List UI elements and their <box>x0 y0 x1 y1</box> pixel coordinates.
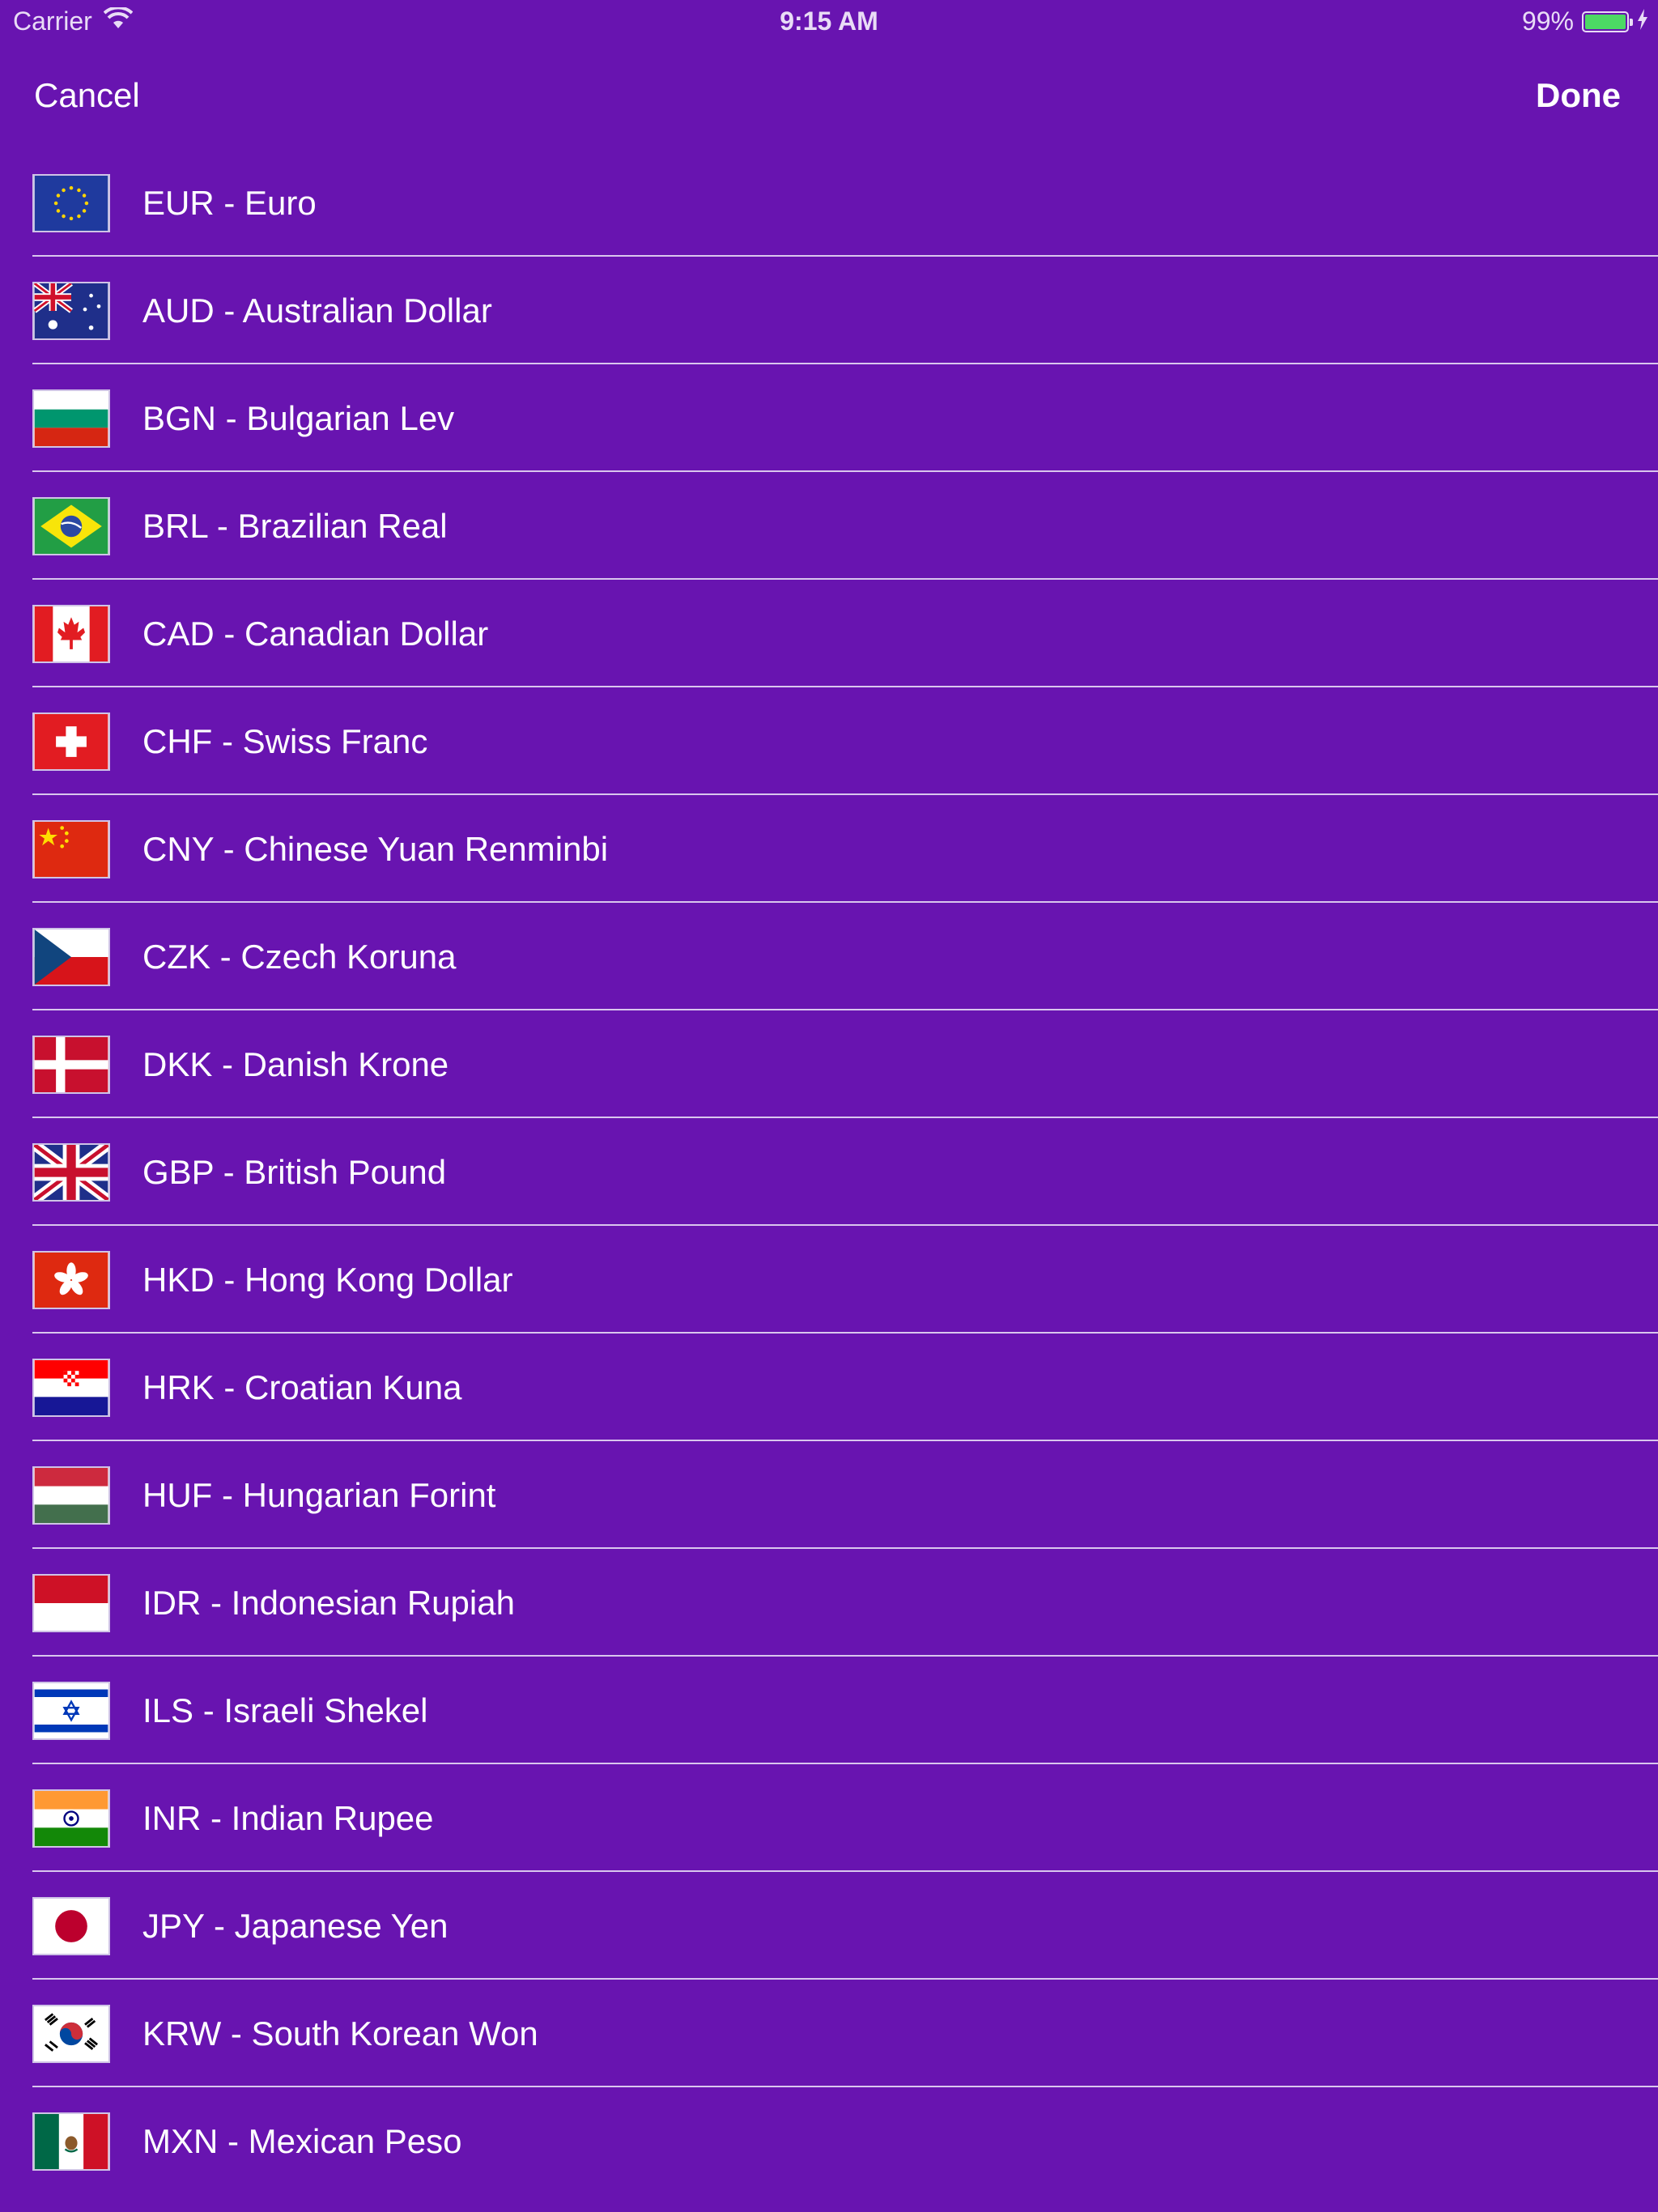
nav-bar: Cancel Done <box>0 44 1658 149</box>
charging-icon <box>1637 6 1648 36</box>
denmark-flag-icon <box>32 1035 110 1094</box>
currency-label: MXN - Mexican Peso <box>142 2121 462 2160</box>
currency-row-dkk[interactable]: DKK - Danish Krone <box>0 1010 1658 1118</box>
battery-percent: 99% <box>1521 6 1574 36</box>
eu-flag-icon <box>32 173 110 232</box>
japan-flag-icon <box>32 1896 110 1955</box>
south-korea-flag-icon <box>32 2004 110 2063</box>
currency-label: CNY - Chinese Yuan Renminbi <box>142 829 609 868</box>
indonesia-flag-icon <box>32 1573 110 1632</box>
currency-row-aud[interactable]: AUD - Australian Dollar <box>0 257 1658 364</box>
currency-row-krw[interactable]: KRW - South Korean Won <box>0 1980 1658 2087</box>
currency-row-brl[interactable]: BRL - Brazilian Real <box>0 472 1658 580</box>
currency-row-bgn[interactable]: BGN - Bulgarian Lev <box>0 364 1658 472</box>
status-right: 99% <box>1522 6 1648 36</box>
currency-label: JPY - Japanese Yen <box>142 1906 449 1945</box>
battery-fill <box>1585 14 1626 29</box>
bulgaria-flag-icon <box>32 389 110 448</box>
currency-label: EUR - Euro <box>142 183 317 222</box>
status-time: 9:15 AM <box>780 6 878 36</box>
currency-row-inr[interactable]: INR - Indian Rupee <box>0 1764 1658 1872</box>
currency-row-jpy[interactable]: JPY - Japanese Yen <box>0 1872 1658 1980</box>
india-flag-icon <box>32 1789 110 1848</box>
brazil-flag-icon <box>32 496 110 555</box>
currency-label: BGN - Bulgarian Lev <box>142 398 455 437</box>
currency-label: DKK - Danish Krone <box>142 1044 449 1083</box>
china-flag-icon <box>32 819 110 878</box>
currency-row-idr[interactable]: IDR - Indonesian Rupiah <box>0 1549 1658 1657</box>
battery-tip <box>1630 18 1633 26</box>
currency-row-eur[interactable]: EUR - Euro <box>0 149 1658 257</box>
currency-row-ils[interactable]: ILS - Israeli Shekel <box>0 1657 1658 1764</box>
currency-label: HKD - Hong Kong Dollar <box>142 1260 513 1299</box>
currency-list: EUR - Euro AUD - Australian Dollar BGN -… <box>0 149 1658 2195</box>
currency-row-cad[interactable]: CAD - Canadian Dollar <box>0 580 1658 687</box>
currency-label: GBP - British Pound <box>142 1152 447 1191</box>
currency-row-cny[interactable]: CNY - Chinese Yuan Renminbi <box>0 795 1658 903</box>
uk-flag-icon <box>32 1142 110 1202</box>
status-bar: Carrier 9:15 AM 99% <box>0 0 1658 44</box>
mexico-flag-icon <box>32 2112 110 2171</box>
currency-row-mxn[interactable]: MXN - Mexican Peso <box>0 2087 1658 2195</box>
currency-label: KRW - South Korean Won <box>142 2014 538 2052</box>
currency-row-hkd[interactable]: HKD - Hong Kong Dollar <box>0 1226 1658 1334</box>
australia-flag-icon <box>32 281 110 340</box>
currency-row-gbp[interactable]: GBP - British Pound <box>0 1118 1658 1226</box>
cancel-button[interactable]: Cancel <box>34 76 140 115</box>
switzerland-flag-icon <box>32 712 110 771</box>
currency-label: CZK - Czech Koruna <box>142 937 457 976</box>
croatia-flag-icon <box>32 1358 110 1417</box>
done-button[interactable]: Done <box>1536 76 1621 115</box>
currency-label: CAD - Canadian Dollar <box>142 614 489 653</box>
currency-row-czk[interactable]: CZK - Czech Koruna <box>0 903 1658 1010</box>
currency-label: CHF - Swiss Franc <box>142 721 428 760</box>
currency-label: HRK - Croatian Kuna <box>142 1368 462 1406</box>
currency-row-hrk[interactable]: HRK - Croatian Kuna <box>0 1334 1658 1441</box>
currency-label: AUD - Australian Dollar <box>142 291 492 330</box>
currency-label: ILS - Israeli Shekel <box>142 1691 428 1729</box>
canada-flag-icon <box>32 604 110 663</box>
currency-label: BRL - Brazilian Real <box>142 506 448 545</box>
currency-row-chf[interactable]: CHF - Swiss Franc <box>0 687 1658 795</box>
currency-row-huf[interactable]: HUF - Hungarian Forint <box>0 1441 1658 1549</box>
battery-icon <box>1582 11 1633 32</box>
czech-flag-icon <box>32 927 110 986</box>
israel-flag-icon <box>32 1681 110 1740</box>
hungary-flag-icon <box>32 1465 110 1525</box>
currency-label: HUF - Hungarian Forint <box>142 1475 496 1514</box>
hong-kong-flag-icon <box>32 1250 110 1309</box>
currency-label: IDR - Indonesian Rupiah <box>142 1583 515 1622</box>
currency-label: INR - Indian Rupee <box>142 1798 434 1837</box>
